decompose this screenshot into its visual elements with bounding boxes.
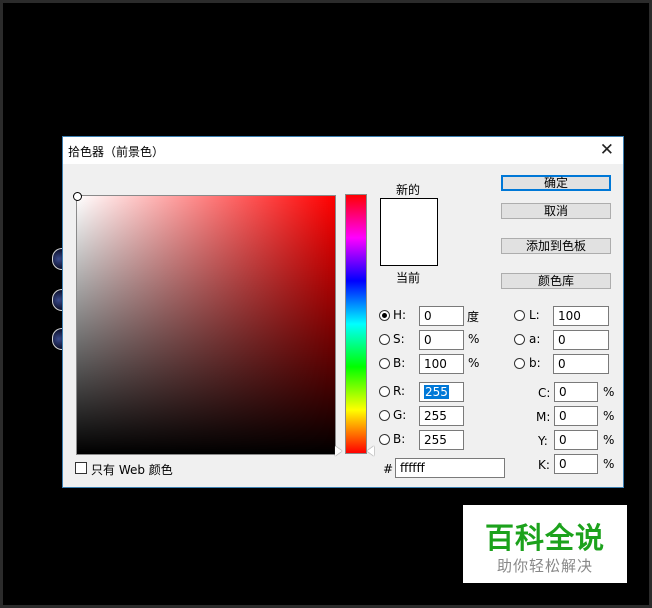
- cancel-button[interactable]: 取消: [501, 203, 611, 219]
- watermark-subtitle: 助你轻松解决: [496, 557, 593, 575]
- title-bar: 拾色器（前景色） ✕: [63, 137, 623, 164]
- brightness-radio[interactable]: [379, 358, 390, 369]
- brightness-label: B:: [393, 356, 406, 370]
- red-input-value: 255: [424, 385, 449, 399]
- current-color-label: 当前: [396, 271, 421, 285]
- saturation-brightness-field[interactable]: [73, 192, 336, 455]
- lab-l-radio[interactable]: [514, 310, 525, 321]
- watermark: 百科全说 助你轻松解决: [463, 505, 627, 583]
- black-input[interactable]: 0: [554, 454, 598, 474]
- lab-b-input[interactable]: 0: [553, 354, 609, 374]
- new-current-color-swatch: [380, 198, 438, 266]
- watermark-title: 百科全说: [484, 521, 605, 555]
- hex-label: #: [383, 462, 394, 476]
- lab-a-label: a:: [529, 332, 541, 346]
- magenta-unit: %: [603, 409, 615, 423]
- web-colors-only-label: 只有 Web 颜色: [91, 463, 173, 477]
- hue-radio[interactable]: [379, 310, 390, 321]
- yellow-unit: %: [603, 433, 615, 447]
- lab-a-input[interactable]: 0: [553, 330, 609, 350]
- blue-input[interactable]: 255: [419, 430, 464, 450]
- web-colors-only-checkbox[interactable]: [75, 462, 87, 474]
- lab-l-input[interactable]: 100: [553, 306, 609, 326]
- lab-a-radio[interactable]: [514, 334, 525, 345]
- hue-unit: 度: [467, 310, 480, 324]
- color-picker-dialog: 拾色器（前景色） ✕ 新的 当前 确定 取消 添加到色板 颜色库 H: 0 度 …: [62, 136, 624, 488]
- red-radio[interactable]: [379, 386, 390, 397]
- add-to-swatches-button[interactable]: 添加到色板: [501, 238, 611, 254]
- magenta-label: M:: [536, 410, 551, 424]
- brightness-unit: %: [468, 356, 480, 370]
- hue-slider-right-arrow-icon[interactable]: [367, 446, 374, 456]
- hue-label: H:: [393, 308, 407, 322]
- blue-radio[interactable]: [379, 434, 390, 445]
- ok-button[interactable]: 确定: [501, 175, 611, 191]
- saturation-input[interactable]: 0: [419, 330, 464, 350]
- yellow-label: Y:: [538, 434, 548, 448]
- cyan-input[interactable]: 0: [554, 382, 598, 402]
- black-label: K:: [538, 458, 550, 472]
- lab-b-label: b:: [529, 356, 541, 370]
- saturation-unit: %: [468, 332, 480, 346]
- yellow-input[interactable]: 0: [554, 430, 598, 450]
- new-color-label: 新的: [396, 183, 421, 197]
- red-input[interactable]: 255: [419, 382, 464, 402]
- hue-slider[interactable]: [345, 194, 367, 454]
- dialog-title: 拾色器（前景色）: [68, 145, 165, 159]
- lab-b-radio[interactable]: [514, 358, 525, 369]
- green-label: G:: [393, 408, 407, 422]
- hue-slider-left-arrow-icon[interactable]: [335, 446, 342, 456]
- close-icon[interactable]: ✕: [600, 140, 614, 160]
- saturation-radio[interactable]: [379, 334, 390, 345]
- magenta-input[interactable]: 0: [554, 406, 598, 426]
- saturation-label: S:: [393, 332, 405, 346]
- hue-input[interactable]: 0: [419, 306, 464, 326]
- color-picker-marker[interactable]: [73, 192, 82, 201]
- cyan-label: C:: [538, 386, 551, 400]
- green-radio[interactable]: [379, 410, 390, 421]
- cyan-unit: %: [603, 385, 615, 399]
- hex-input[interactable]: ffffff: [395, 458, 505, 478]
- blue-label: B:: [393, 432, 406, 446]
- lab-l-label: L:: [529, 308, 540, 322]
- color-libraries-button[interactable]: 颜色库: [501, 273, 611, 289]
- green-input[interactable]: 255: [419, 406, 464, 426]
- red-label: R:: [393, 384, 406, 398]
- brightness-input[interactable]: 100: [419, 354, 464, 374]
- black-unit: %: [603, 457, 615, 471]
